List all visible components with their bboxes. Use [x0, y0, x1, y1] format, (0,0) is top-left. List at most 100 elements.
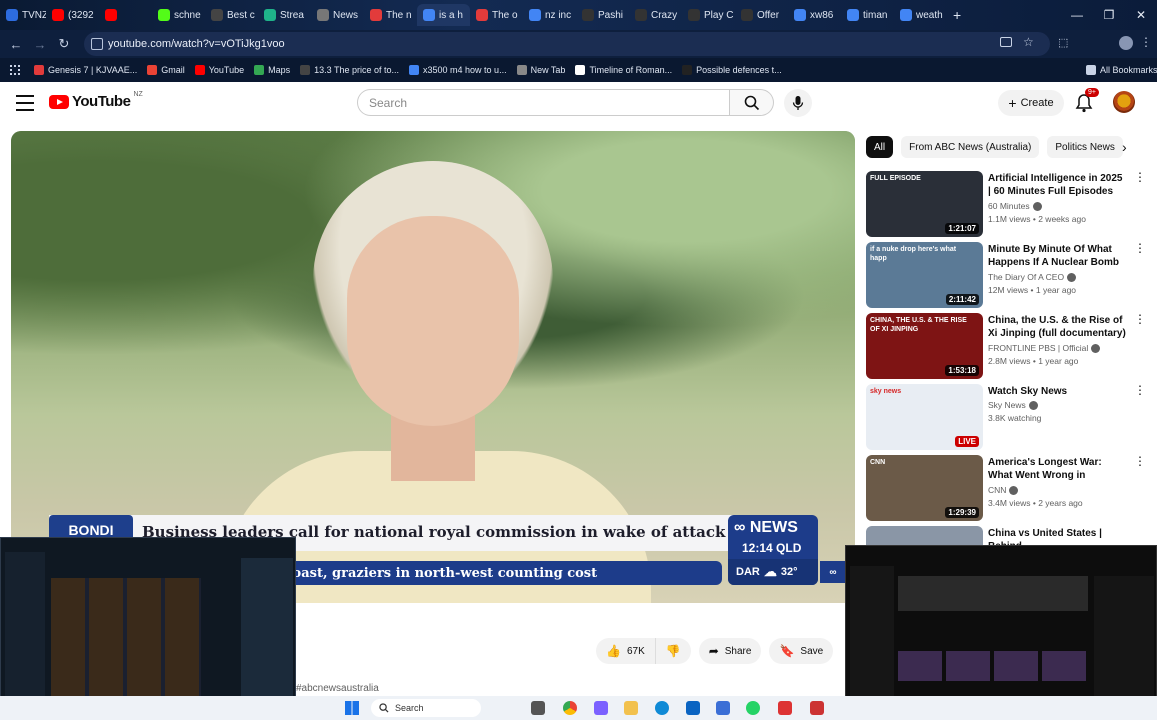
file-explorer-icon[interactable]: [531, 701, 545, 715]
bookmark-item[interactable]: New Tab: [516, 65, 565, 75]
browser-tab[interactable]: Play C: [682, 4, 735, 26]
like-button[interactable]: 👍 67K: [596, 638, 656, 664]
recommendation-title[interactable]: China, the U.S. & the Rise of Xi Jinping…: [988, 314, 1128, 340]
bookmark-item[interactable]: Timeline of Roman...: [575, 65, 672, 75]
browser-tab[interactable]: Strea: [258, 4, 311, 26]
bookmark-item[interactable]: Genesis 7 | KJVAAE...: [34, 65, 137, 75]
browser-tab[interactable]: Crazy: [629, 4, 682, 26]
outlook-icon[interactable]: [686, 701, 700, 715]
filter-chip[interactable]: Politics News: [1047, 136, 1123, 158]
reload-icon[interactable]: ↻: [52, 32, 76, 56]
all-bookmarks-folder[interactable]: All Bookmarks: [1086, 65, 1157, 75]
channel-name[interactable]: The Diary Of A CEO: [988, 272, 1077, 283]
maximize-button[interactable]: ❐: [1093, 0, 1125, 30]
filter-chip[interactable]: All: [866, 136, 894, 158]
recommendation-item[interactable]: CHINA, THE U.S. & THE RISE OF XI JINPING…: [866, 313, 1148, 379]
cast-icon[interactable]: [1000, 37, 1012, 47]
browser-tab[interactable]: schne: [152, 4, 205, 26]
whatsapp-icon[interactable]: [746, 701, 760, 715]
browser-tab[interactable]: nz inc: [523, 4, 576, 26]
mail-icon[interactable]: [716, 701, 730, 715]
browser-tab[interactable]: The n: [364, 4, 417, 26]
stream-preview-window[interactable]: [845, 545, 1157, 713]
save-button[interactable]: 🔖 Save: [769, 638, 834, 664]
hamburger-menu-icon[interactable]: [16, 95, 34, 111]
bookmark-item[interactable]: YouTube: [194, 65, 244, 75]
recommendation-title[interactable]: Artificial Intelligence in 2025 | 60 Min…: [988, 172, 1128, 198]
close-window-button[interactable]: ✕: [1125, 0, 1157, 30]
video-thumbnail[interactable]: sky news LIVE: [866, 384, 983, 450]
browser-tab[interactable]: Offer: [735, 4, 788, 26]
recommendation-item[interactable]: CNN 1:29:39 America's Longest War: What We…: [866, 455, 1148, 521]
edge-icon[interactable]: [655, 701, 669, 715]
site-info-icon[interactable]: [91, 38, 103, 50]
address-bar[interactable]: youtube.com/watch?v=vOTiJkg1voo: [84, 32, 1050, 56]
recommendation-item[interactable]: FULL EPISODE 1:21:07 Artificial Intelligen…: [866, 171, 1148, 237]
description-hashtags[interactable]: #abcnewsaustralia: [296, 683, 379, 694]
video-thumbnail[interactable]: if a nuke drop here's what happ 2:11:42: [866, 242, 983, 308]
bookmark-favicon-icon: [516, 65, 527, 75]
bookmark-item[interactable]: Possible defences t...: [682, 65, 782, 75]
share-button[interactable]: ➦ Share: [698, 638, 762, 664]
browser-tab[interactable]: The o: [470, 4, 523, 26]
channel-name[interactable]: FRONTLINE PBS | Official: [988, 343, 1101, 354]
browser-tab[interactable]: Pashi: [576, 4, 629, 26]
store-icon[interactable]: [594, 701, 608, 715]
browser-tab[interactable]: timan: [841, 4, 894, 26]
browser-tab[interactable]: [99, 4, 152, 26]
browser-menu-icon[interactable]: ⋮: [1140, 35, 1152, 49]
profile-icon[interactable]: [1119, 36, 1133, 50]
browser-tab[interactable]: xw86: [788, 4, 841, 26]
windows-start-icon[interactable]: [345, 701, 359, 715]
apps-icon[interactable]: [10, 65, 20, 75]
back-icon[interactable]: ←: [4, 32, 28, 56]
bookmark-item[interactable]: Gmail: [147, 65, 185, 75]
browser-tab[interactable]: TVNZ: [0, 4, 46, 26]
more-options-icon[interactable]: ⋮: [1134, 384, 1146, 396]
recommendation-title[interactable]: Minute By Minute Of What Happens If A Nu…: [988, 243, 1128, 269]
search-button[interactable]: [730, 89, 774, 116]
more-options-icon[interactable]: ⋮: [1134, 242, 1146, 254]
youtube-logo[interactable]: YouTube NZ: [49, 91, 143, 110]
app-icon[interactable]: [778, 701, 792, 715]
new-tab-button[interactable]: +: [947, 4, 967, 26]
more-options-icon[interactable]: ⋮: [1134, 313, 1146, 325]
recommendation-item[interactable]: if a nuke drop here's what happ 2:11:42 Mi…: [866, 242, 1148, 308]
browser-tab[interactable]: is a h: [417, 4, 470, 26]
channel-name[interactable]: CNN: [988, 485, 1019, 496]
voice-search-button[interactable]: [784, 89, 812, 117]
browser-tab[interactable]: News: [311, 4, 364, 26]
casino-preview-window[interactable]: [0, 537, 296, 713]
forward-icon[interactable]: →: [28, 32, 52, 56]
recommendation-title[interactable]: America's Longest War: What Went Wrong i…: [988, 456, 1128, 482]
folder-icon[interactable]: [624, 701, 638, 715]
dislike-button[interactable]: 👎: [655, 638, 691, 664]
channel-name[interactable]: 60 Minutes: [988, 201, 1042, 212]
recommendation-title[interactable]: Watch Sky News: [988, 385, 1128, 398]
browser-tab[interactable]: Best c: [205, 4, 258, 26]
browser-tab[interactable]: (3292: [46, 4, 99, 26]
bookmark-star-icon[interactable]: ☆: [1023, 35, 1034, 49]
more-options-icon[interactable]: ⋮: [1134, 455, 1146, 467]
chrome-icon[interactable]: [563, 701, 577, 715]
extensions-icon[interactable]: ⬚: [1058, 36, 1068, 49]
bookmark-item[interactable]: Maps: [254, 65, 290, 75]
video-thumbnail[interactable]: FULL EPISODE 1:21:07: [866, 171, 983, 237]
channel-name[interactable]: Sky News: [988, 400, 1038, 411]
minimize-button[interactable]: —: [1061, 0, 1093, 30]
search-input[interactable]: Search: [357, 89, 730, 116]
account-avatar[interactable]: [1113, 91, 1135, 113]
chevron-right-icon[interactable]: ›: [1122, 139, 1127, 155]
browser-tab[interactable]: weath: [894, 4, 947, 26]
recommendation-item[interactable]: sky news LIVE Watch Sky News Sky News 3.8K w…: [866, 384, 1148, 450]
video-thumbnail[interactable]: CNN 1:29:39: [866, 455, 983, 521]
app-icon[interactable]: [810, 701, 824, 715]
more-options-icon[interactable]: ⋮: [1134, 171, 1146, 183]
create-button[interactable]: + Create: [998, 90, 1064, 116]
video-player[interactable]: BONDI Business leaders call for national…: [11, 131, 855, 603]
bookmark-item[interactable]: x3500 m4 how to u...: [409, 65, 507, 75]
filter-chip[interactable]: From ABC News (Australia): [901, 136, 1040, 158]
video-thumbnail[interactable]: CHINA, THE U.S. & THE RISE OF XI JINPING…: [866, 313, 983, 379]
taskbar-search[interactable]: Search: [371, 699, 481, 717]
bookmark-item[interactable]: 13.3 The price of to...: [300, 65, 399, 75]
